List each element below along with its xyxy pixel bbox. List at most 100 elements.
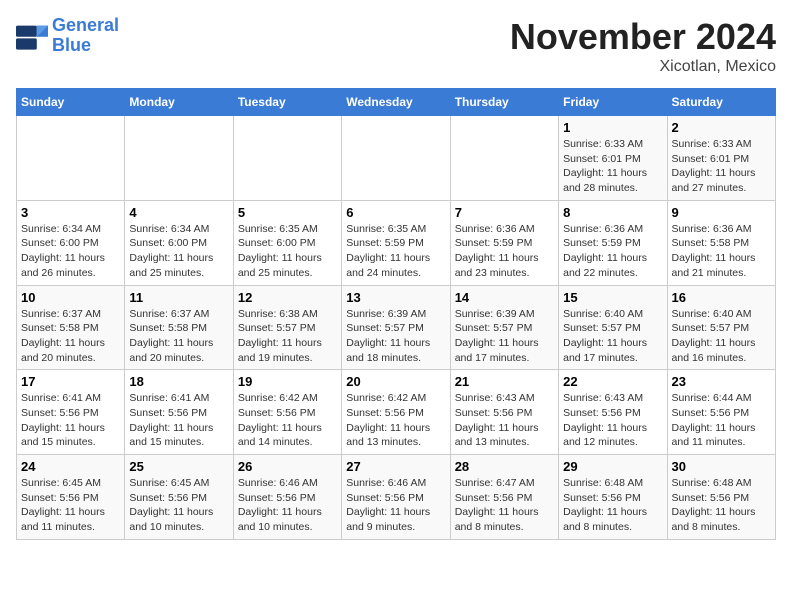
calendar-cell: 14 Sunrise: 6:39 AM Sunset: 5:57 PM Dayli… [450, 285, 558, 370]
day-number: 3 [21, 205, 120, 220]
day-info: Sunrise: 6:35 AM Sunset: 6:00 PM Dayligh… [238, 222, 337, 281]
day-number: 8 [563, 205, 662, 220]
weekday-header-cell: Tuesday [233, 89, 341, 116]
page-header: General Blue November 2024 Xicotlan, Mex… [16, 16, 776, 76]
day-number: 10 [21, 290, 120, 305]
day-number: 30 [672, 459, 771, 474]
day-info: Sunrise: 6:42 AM Sunset: 5:56 PM Dayligh… [238, 391, 337, 450]
calendar-cell: 15 Sunrise: 6:40 AM Sunset: 5:57 PM Dayli… [559, 285, 667, 370]
day-info: Sunrise: 6:36 AM Sunset: 5:58 PM Dayligh… [672, 222, 771, 281]
calendar-body: 1 Sunrise: 6:33 AM Sunset: 6:01 PM Daylig… [17, 116, 776, 540]
calendar-cell: 18 Sunrise: 6:41 AM Sunset: 5:56 PM Dayli… [125, 370, 233, 455]
day-number: 24 [21, 459, 120, 474]
day-info: Sunrise: 6:44 AM Sunset: 5:56 PM Dayligh… [672, 391, 771, 450]
day-info: Sunrise: 6:41 AM Sunset: 5:56 PM Dayligh… [21, 391, 120, 450]
day-number: 5 [238, 205, 337, 220]
day-info: Sunrise: 6:33 AM Sunset: 6:01 PM Dayligh… [563, 137, 662, 196]
day-number: 29 [563, 459, 662, 474]
day-number: 7 [455, 205, 554, 220]
day-number: 9 [672, 205, 771, 220]
day-info: Sunrise: 6:37 AM Sunset: 5:58 PM Dayligh… [129, 307, 228, 366]
day-info: Sunrise: 6:45 AM Sunset: 5:56 PM Dayligh… [21, 476, 120, 535]
day-info: Sunrise: 6:47 AM Sunset: 5:56 PM Dayligh… [455, 476, 554, 535]
day-number: 13 [346, 290, 445, 305]
day-info: Sunrise: 6:48 AM Sunset: 5:56 PM Dayligh… [672, 476, 771, 535]
calendar-cell: 26 Sunrise: 6:46 AM Sunset: 5:56 PM Dayli… [233, 455, 341, 540]
day-number: 15 [563, 290, 662, 305]
calendar-cell [233, 116, 341, 201]
day-info: Sunrise: 6:33 AM Sunset: 6:01 PM Dayligh… [672, 137, 771, 196]
calendar-cell [450, 116, 558, 201]
weekday-header-cell: Saturday [667, 89, 775, 116]
day-info: Sunrise: 6:34 AM Sunset: 6:00 PM Dayligh… [129, 222, 228, 281]
weekday-header-cell: Sunday [17, 89, 125, 116]
day-info: Sunrise: 6:34 AM Sunset: 6:00 PM Dayligh… [21, 222, 120, 281]
day-number: 12 [238, 290, 337, 305]
day-number: 6 [346, 205, 445, 220]
calendar-cell: 17 Sunrise: 6:41 AM Sunset: 5:56 PM Dayli… [17, 370, 125, 455]
calendar-week-row: 24 Sunrise: 6:45 AM Sunset: 5:56 PM Dayli… [17, 455, 776, 540]
calendar-cell: 24 Sunrise: 6:45 AM Sunset: 5:56 PM Dayli… [17, 455, 125, 540]
day-number: 4 [129, 205, 228, 220]
calendar-week-row: 3 Sunrise: 6:34 AM Sunset: 6:00 PM Daylig… [17, 200, 776, 285]
calendar-cell: 10 Sunrise: 6:37 AM Sunset: 5:58 PM Dayli… [17, 285, 125, 370]
day-number: 2 [672, 120, 771, 135]
calendar-cell: 30 Sunrise: 6:48 AM Sunset: 5:56 PM Dayli… [667, 455, 775, 540]
day-number: 22 [563, 374, 662, 389]
day-number: 21 [455, 374, 554, 389]
day-info: Sunrise: 6:40 AM Sunset: 5:57 PM Dayligh… [563, 307, 662, 366]
day-info: Sunrise: 6:45 AM Sunset: 5:56 PM Dayligh… [129, 476, 228, 535]
day-number: 20 [346, 374, 445, 389]
day-info: Sunrise: 6:35 AM Sunset: 5:59 PM Dayligh… [346, 222, 445, 281]
calendar-cell: 9 Sunrise: 6:36 AM Sunset: 5:58 PM Daylig… [667, 200, 775, 285]
calendar-cell: 13 Sunrise: 6:39 AM Sunset: 5:57 PM Dayli… [342, 285, 450, 370]
day-number: 1 [563, 120, 662, 135]
day-info: Sunrise: 6:37 AM Sunset: 5:58 PM Dayligh… [21, 307, 120, 366]
weekday-header-row: SundayMondayTuesdayWednesdayThursdayFrid… [17, 89, 776, 116]
location: Xicotlan, Mexico [510, 58, 776, 76]
day-number: 14 [455, 290, 554, 305]
day-number: 11 [129, 290, 228, 305]
logo: General Blue [16, 16, 119, 56]
day-number: 28 [455, 459, 554, 474]
calendar-cell: 6 Sunrise: 6:35 AM Sunset: 5:59 PM Daylig… [342, 200, 450, 285]
calendar-cell: 4 Sunrise: 6:34 AM Sunset: 6:00 PM Daylig… [125, 200, 233, 285]
calendar-week-row: 1 Sunrise: 6:33 AM Sunset: 6:01 PM Daylig… [17, 116, 776, 201]
day-number: 26 [238, 459, 337, 474]
calendar-week-row: 17 Sunrise: 6:41 AM Sunset: 5:56 PM Dayli… [17, 370, 776, 455]
calendar-cell [342, 116, 450, 201]
day-info: Sunrise: 6:41 AM Sunset: 5:56 PM Dayligh… [129, 391, 228, 450]
calendar-cell: 2 Sunrise: 6:33 AM Sunset: 6:01 PM Daylig… [667, 116, 775, 201]
day-info: Sunrise: 6:39 AM Sunset: 5:57 PM Dayligh… [455, 307, 554, 366]
day-info: Sunrise: 6:36 AM Sunset: 5:59 PM Dayligh… [563, 222, 662, 281]
day-number: 23 [672, 374, 771, 389]
day-info: Sunrise: 6:43 AM Sunset: 5:56 PM Dayligh… [455, 391, 554, 450]
calendar-cell: 28 Sunrise: 6:47 AM Sunset: 5:56 PM Dayli… [450, 455, 558, 540]
weekday-header-cell: Wednesday [342, 89, 450, 116]
weekday-header-cell: Monday [125, 89, 233, 116]
calendar-cell: 5 Sunrise: 6:35 AM Sunset: 6:00 PM Daylig… [233, 200, 341, 285]
day-info: Sunrise: 6:36 AM Sunset: 5:59 PM Dayligh… [455, 222, 554, 281]
day-number: 17 [21, 374, 120, 389]
calendar-cell: 7 Sunrise: 6:36 AM Sunset: 5:59 PM Daylig… [450, 200, 558, 285]
calendar-cell: 27Sunrise: 6:46 AM Sunset: 5:56 PM Dayli… [342, 455, 450, 540]
weekday-header-cell: Thursday [450, 89, 558, 116]
day-info: Sunrise: 6:46 AM Sunset: 5:56 PM Dayligh… [238, 476, 337, 535]
calendar-week-row: 10 Sunrise: 6:37 AM Sunset: 5:58 PM Dayli… [17, 285, 776, 370]
calendar-cell: 11 Sunrise: 6:37 AM Sunset: 5:58 PM Dayli… [125, 285, 233, 370]
weekday-header-cell: Friday [559, 89, 667, 116]
calendar-cell: 16Sunrise: 6:40 AM Sunset: 5:57 PM Dayli… [667, 285, 775, 370]
day-info: Sunrise: 6:39 AM Sunset: 5:57 PM Dayligh… [346, 307, 445, 366]
day-number: 25 [129, 459, 228, 474]
calendar-cell: 22 Sunrise: 6:43 AM Sunset: 5:56 PM Dayli… [559, 370, 667, 455]
calendar-cell: 20Sunrise: 6:42 AM Sunset: 5:56 PM Dayli… [342, 370, 450, 455]
calendar-cell: 23 Sunrise: 6:44 AM Sunset: 5:56 PM Dayli… [667, 370, 775, 455]
calendar-cell: 8 Sunrise: 6:36 AM Sunset: 5:59 PM Daylig… [559, 200, 667, 285]
calendar-cell: 29Sunrise: 6:48 AM Sunset: 5:56 PM Dayli… [559, 455, 667, 540]
day-number: 19 [238, 374, 337, 389]
day-info: Sunrise: 6:43 AM Sunset: 5:56 PM Dayligh… [563, 391, 662, 450]
calendar-cell: 1 Sunrise: 6:33 AM Sunset: 6:01 PM Daylig… [559, 116, 667, 201]
day-number: 16 [672, 290, 771, 305]
day-number: 18 [129, 374, 228, 389]
calendar-cell: 21 Sunrise: 6:43 AM Sunset: 5:56 PM Dayli… [450, 370, 558, 455]
